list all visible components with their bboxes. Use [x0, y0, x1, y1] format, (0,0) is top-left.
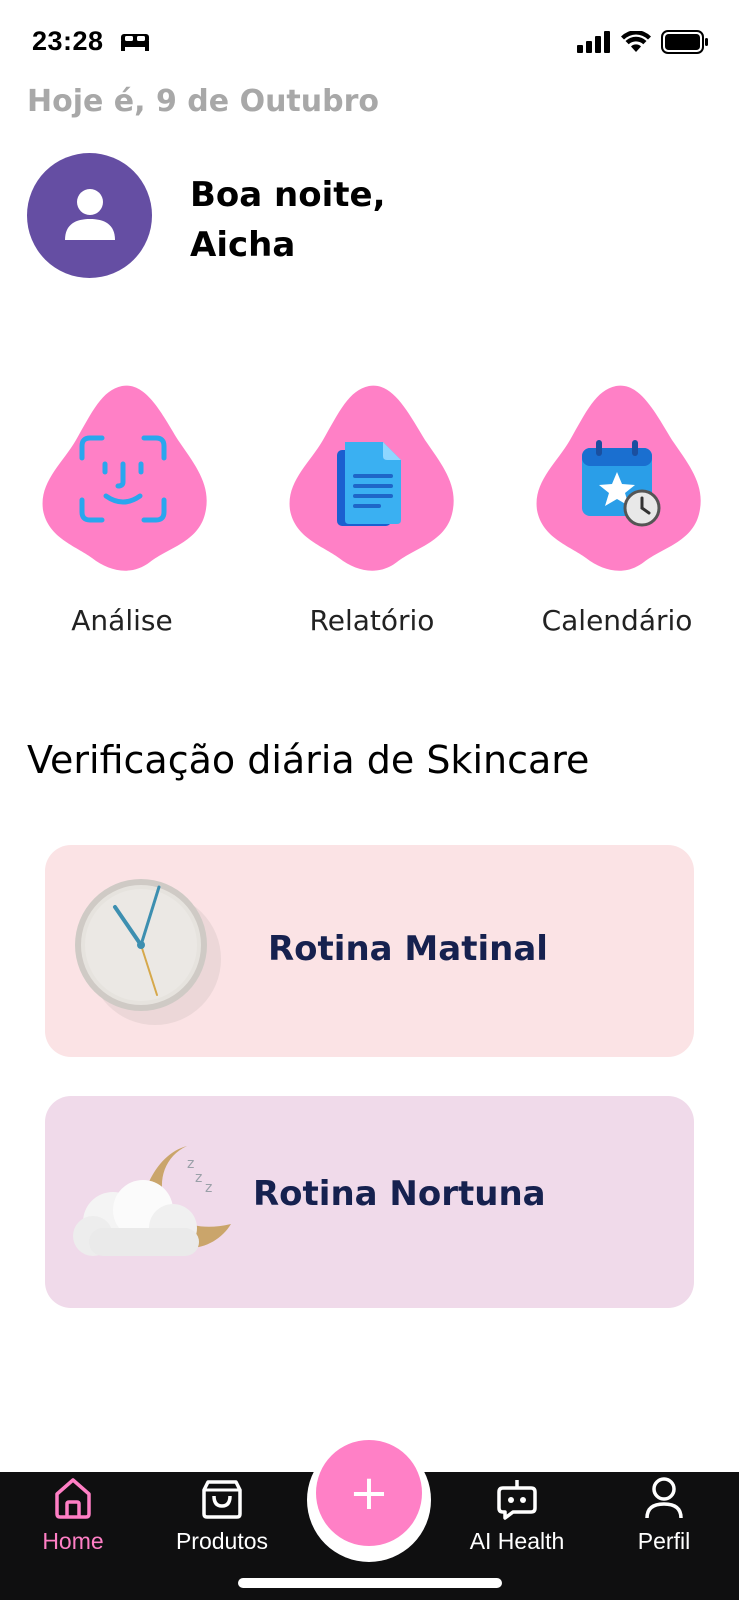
routine-card-night[interactable]: zzz Rotina Nortuna: [45, 1096, 694, 1308]
feature-label: Análise: [71, 604, 173, 637]
status-indicators: [577, 30, 709, 58]
routine-label: Rotina Nortuna: [253, 1174, 546, 1214]
shopping-bag-icon: [202, 1476, 242, 1524]
tab-perfil[interactable]: Perfil: [594, 1472, 734, 1600]
svg-text:z: z: [187, 1156, 194, 1172]
tab-label: AI Health: [469, 1528, 565, 1554]
add-button[interactable]: +: [316, 1440, 422, 1546]
status-time: 23:28: [32, 26, 104, 56]
moon-cloud-icon: zzz: [69, 1144, 239, 1268]
routine-label: Rotina Matinal: [268, 929, 548, 969]
user-icon: [644, 1476, 684, 1524]
battery-icon: [661, 30, 709, 58]
status-bar: 23:28: [0, 0, 739, 90]
calendar-icon: [578, 438, 664, 532]
feature-label: Calendário: [541, 604, 693, 637]
date-text: Hoje é, 9 de Outubro: [27, 84, 380, 119]
svg-text:z: z: [205, 1180, 212, 1196]
avatar[interactable]: [27, 153, 152, 278]
user-avatar-icon: [62, 186, 118, 246]
home-icon: [53, 1476, 93, 1524]
greeting-line-2: Aicha: [190, 225, 296, 265]
greeting-line-1: Boa noite,: [190, 175, 386, 215]
section-title: Verificação diária de Skincare: [27, 738, 590, 782]
clock-icon: [71, 875, 221, 1029]
home-indicator[interactable]: [238, 1578, 502, 1588]
routine-card-morning[interactable]: Rotina Matinal: [45, 845, 694, 1057]
tab-home[interactable]: Home: [3, 1472, 143, 1600]
wifi-icon: [621, 30, 651, 57]
tab-label: Home: [42, 1528, 104, 1554]
feature-label: Relatório: [309, 604, 435, 637]
tab-label: Perfil: [637, 1528, 691, 1554]
svg-text:z: z: [195, 1170, 202, 1186]
greeting: Boa noite, Aicha: [190, 170, 386, 270]
face-scan-icon: [78, 434, 168, 528]
cellular-signal-icon: [577, 31, 611, 57]
robot-icon: [497, 1476, 537, 1524]
sleep-mode-icon: [120, 32, 150, 56]
document-icon: [335, 440, 405, 534]
tab-label: Produtos: [175, 1528, 269, 1554]
plus-icon: +: [348, 1465, 390, 1521]
